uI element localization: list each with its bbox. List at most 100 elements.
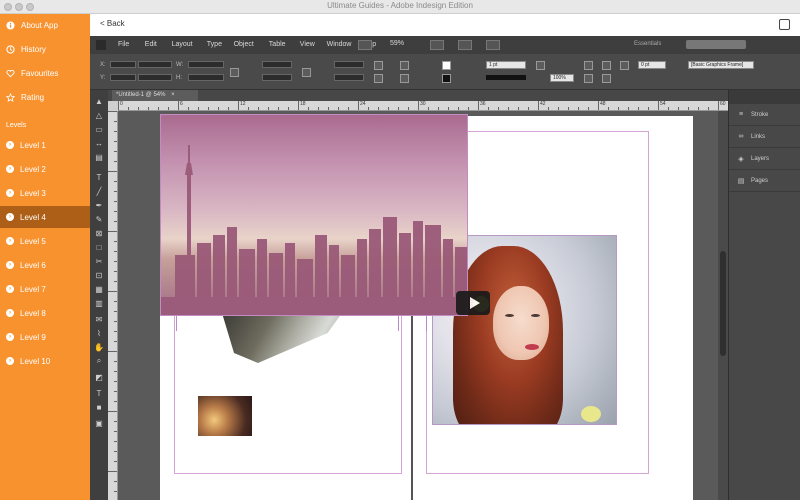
menu-edit[interactable]: Edit <box>145 41 157 48</box>
object-style-field[interactable]: [Basic Graphics Frame] <box>688 61 754 69</box>
menu-table[interactable]: Table <box>269 41 286 48</box>
play-button[interactable] <box>456 291 490 315</box>
sidebar-item-level-3[interactable]: › Level 3 <box>0 182 90 204</box>
sidebar-item-label: Level 10 <box>20 356 51 366</box>
stroke-type-picker[interactable] <box>486 75 526 80</box>
x-field[interactable] <box>110 61 136 68</box>
menu-type[interactable]: Type <box>207 41 222 48</box>
eyedropper-tool-icon[interactable]: ⌇ <box>94 328 104 338</box>
text-wrap-icon[interactable] <box>620 61 629 70</box>
help-search-input[interactable] <box>686 40 746 49</box>
effects-icon[interactable] <box>536 61 545 70</box>
height-field[interactable] <box>188 74 224 81</box>
fill-stroke-toggle-icon[interactable]: ◩ <box>94 372 104 382</box>
menu-view[interactable]: View <box>300 41 315 48</box>
direct-selection-tool-icon[interactable]: △ <box>94 110 104 120</box>
formatting-affects-icon[interactable]: T <box>94 388 104 398</box>
zoom-level[interactable]: 59% <box>390 40 404 47</box>
y-value-field[interactable] <box>138 74 172 81</box>
panel-stroke[interactable]: ≡ Stroke <box>729 104 800 126</box>
fit-frame-icon[interactable] <box>584 74 593 83</box>
workspace-switcher[interactable]: Essentials <box>634 41 661 47</box>
fill-frame-icon[interactable] <box>602 74 611 83</box>
fill-stroke-field[interactable]: 0 pt <box>638 61 666 69</box>
vertical-ruler[interactable] <box>108 111 118 500</box>
arrange-documents-icon[interactable] <box>486 40 500 50</box>
line-tool-icon[interactable]: ╱ <box>94 186 104 196</box>
city-skyline-photo-frame[interactable] <box>160 114 468 316</box>
panel-layers[interactable]: ◈ Layers <box>729 148 800 170</box>
view-options-icon[interactable] <box>430 40 444 50</box>
sidebar-item-about-app[interactable]: About App <box>0 14 90 36</box>
back-button[interactable]: < Back <box>100 19 125 28</box>
content-collector-icon[interactable]: ▤ <box>94 152 104 162</box>
scale-y-field[interactable] <box>262 74 292 81</box>
apply-color-icon[interactable]: ■ <box>94 402 104 412</box>
sidebar-item-level-8[interactable]: › Level 8 <box>0 302 90 324</box>
selection-tool-icon[interactable]: ▲ <box>94 96 104 106</box>
menu-object[interactable]: Object <box>234 41 254 48</box>
menu-window[interactable]: Window <box>327 41 352 48</box>
tab-untitled-1[interactable]: *Untitled-1 @ 54% × <box>112 90 198 101</box>
bridge-icon[interactable] <box>358 40 372 50</box>
zoom-tool-icon[interactable]: ⌕ <box>94 356 104 366</box>
panel-links[interactable]: ∞ Links <box>729 126 800 148</box>
sidebar-item-favourites[interactable]: Favourites <box>0 62 90 84</box>
sidebar-item-level-10[interactable]: › Level 10 <box>0 350 90 372</box>
ruler-origin[interactable] <box>108 101 118 111</box>
y-field[interactable] <box>110 74 136 81</box>
fit-content-icon[interactable] <box>584 61 593 70</box>
rotate-icon[interactable] <box>374 61 383 70</box>
menu-file[interactable]: File <box>118 41 129 48</box>
gap-tool-icon[interactable]: ↔ <box>94 138 104 148</box>
view-mode-icon[interactable]: ▣ <box>94 418 104 428</box>
scrollbar-thumb[interactable] <box>720 251 726 356</box>
rectangle-frame-tool-icon[interactable]: ⊠ <box>94 228 104 238</box>
sidebar-item-rating[interactable]: Rating <box>0 86 90 108</box>
select-container-icon[interactable] <box>400 61 409 70</box>
center-content-icon[interactable] <box>602 61 611 70</box>
pencil-tool-icon[interactable]: ✎ <box>94 214 104 224</box>
width-field[interactable] <box>188 61 224 68</box>
chevron-right-icon: › <box>6 141 14 149</box>
pen-tool-icon[interactable]: ✒ <box>94 200 104 210</box>
sidebar-item-level-1[interactable]: › Level 1 <box>0 134 90 156</box>
note-tool-icon[interactable]: ✉ <box>94 314 104 324</box>
gradient-feather-tool-icon[interactable]: ▥ <box>94 298 104 308</box>
small-photo-frame[interactable] <box>198 396 252 436</box>
menu-layout[interactable]: Layout <box>172 41 193 48</box>
constrain-proportions-icon[interactable] <box>230 68 239 77</box>
sidebar-item-history[interactable]: History <box>0 38 90 60</box>
pasteboard[interactable] <box>118 111 728 500</box>
stroke-swatch[interactable] <box>442 74 451 83</box>
vertical-scrollbar[interactable] <box>718 111 728 500</box>
sidebar-item-level-7[interactable]: › Level 7 <box>0 278 90 300</box>
opacity-field[interactable]: 100% <box>550 74 574 82</box>
shear-field[interactable] <box>334 74 364 81</box>
gradient-tool-icon[interactable]: ▦ <box>94 284 104 294</box>
rectangle-tool-icon[interactable]: □ <box>94 242 104 252</box>
rotation-field[interactable] <box>334 61 364 68</box>
sidebar-item-level-6[interactable]: › Level 6 <box>0 254 90 276</box>
sidebar-item-level-4[interactable]: › Level 4 <box>0 206 90 228</box>
close-tab-icon[interactable]: × <box>171 92 175 98</box>
fill-swatch[interactable] <box>442 61 451 70</box>
select-content-icon[interactable] <box>400 74 409 83</box>
fullscreen-icon[interactable] <box>779 19 790 30</box>
page-tool-icon[interactable]: ▭ <box>94 124 104 134</box>
x-value-field[interactable] <box>138 61 172 68</box>
horizontal-ruler[interactable]: 0612182430364248546066 <box>118 101 786 111</box>
hand-tool-icon[interactable]: ✋ <box>94 342 104 352</box>
panel-pages[interactable]: ▤ Pages <box>729 170 800 192</box>
sidebar-item-level-9[interactable]: › Level 9 <box>0 326 90 348</box>
sidebar-item-level-5[interactable]: › Level 5 <box>0 230 90 252</box>
flip-icon[interactable] <box>374 74 383 83</box>
link-scale-icon[interactable] <box>302 68 311 77</box>
screen-mode-icon[interactable] <box>458 40 472 50</box>
scissors-tool-icon[interactable]: ✂ <box>94 256 104 266</box>
type-tool-icon[interactable]: T <box>94 172 104 182</box>
scale-x-field[interactable] <box>262 61 292 68</box>
free-transform-tool-icon[interactable]: ⊡ <box>94 270 104 280</box>
sidebar-item-level-2[interactable]: › Level 2 <box>0 158 90 180</box>
stroke-weight-field[interactable]: 1 pt <box>486 61 526 69</box>
